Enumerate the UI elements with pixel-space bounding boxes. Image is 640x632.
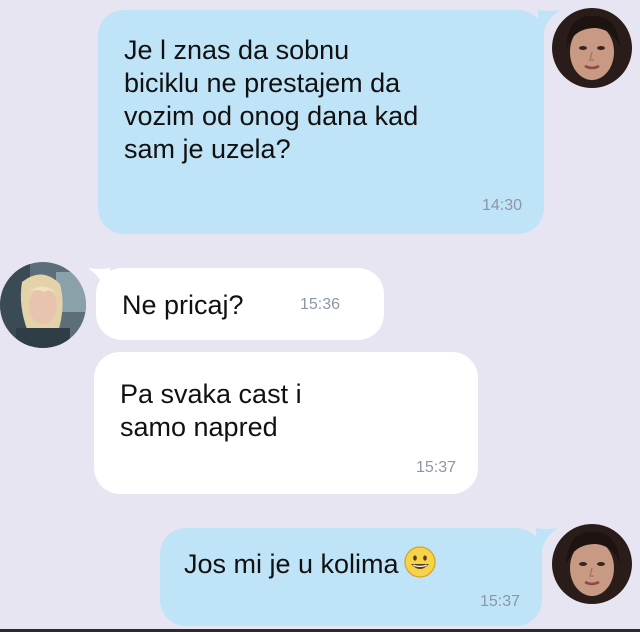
message-timestamp: 15:37 xyxy=(479,593,520,610)
blonde-woman-avatar-icon xyxy=(0,262,86,348)
contact-avatar[interactable] xyxy=(0,262,86,348)
message-text: Ne pricaj? xyxy=(122,290,244,320)
message-timestamp: 14:30 xyxy=(481,197,522,214)
incoming-message-bubble[interactable]: Pa svaka cast i samo napred 15:37 xyxy=(94,352,478,494)
message-text: Je l znas da sobnu biciklu ne prestajem … xyxy=(124,35,419,164)
message-timestamp: 15:37 xyxy=(415,459,456,476)
message-text: Pa svaka cast i samo napred xyxy=(120,379,302,442)
message-timestamp: 15:36 xyxy=(300,296,341,313)
message-text: Jos mi je u kolima xyxy=(184,549,399,579)
chat-thread: Je l znas da sobnu biciklu ne prestajem … xyxy=(0,0,640,632)
incoming-message-bubble[interactable]: Ne pricaj? xyxy=(96,268,384,340)
dark-haired-woman-avatar-icon xyxy=(552,524,632,604)
outgoing-message-bubble[interactable]: Je l znas da sobnu biciklu ne prestajem … xyxy=(98,10,544,234)
dark-haired-woman-avatar-icon xyxy=(552,8,632,88)
sender-avatar[interactable] xyxy=(552,524,632,604)
sender-avatar[interactable] xyxy=(552,8,632,88)
outgoing-message-bubble[interactable]: Jos mi je u kolima 15:37 xyxy=(160,528,542,626)
grinning-face-emoji-icon xyxy=(403,546,436,578)
